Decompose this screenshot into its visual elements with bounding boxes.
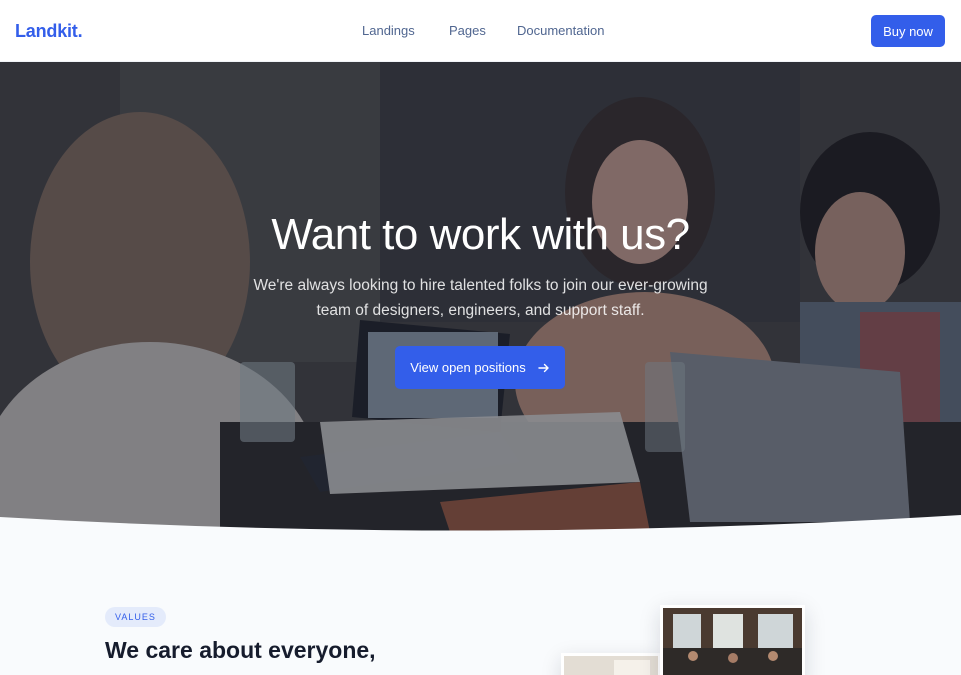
buy-now-button[interactable]: Buy now [871, 15, 945, 47]
hero-subtitle: We're always looking to hire talented fo… [253, 277, 708, 319]
values-badge: VALUES [105, 607, 166, 627]
office-photo-small [564, 656, 658, 675]
values-photo-small [561, 653, 661, 675]
hero-curve-divider [0, 515, 961, 535]
values-photo-large [660, 605, 805, 675]
office-photo-large [663, 608, 802, 675]
nav-link-landings[interactable]: Landings [362, 23, 415, 38]
main-nav: Landings Pages Documentation [0, 0, 961, 62]
navbar: Landkit. Landings Pages Documentation Bu… [0, 0, 961, 62]
nav-link-pages[interactable]: Pages [449, 23, 486, 38]
hero-title: Want to work with us? [271, 210, 690, 259]
values-title: We care about everyone, [105, 637, 376, 663]
view-open-positions-label: View open positions [410, 360, 526, 375]
view-open-positions-button[interactable]: View open positions [395, 346, 565, 389]
nav-link-documentation[interactable]: Documentation [517, 23, 604, 38]
arrow-right-icon [538, 363, 549, 372]
hero-section: Want to work with us? We're always looki… [0, 62, 961, 532]
brand-logo[interactable]: Landkit. [15, 21, 83, 42]
